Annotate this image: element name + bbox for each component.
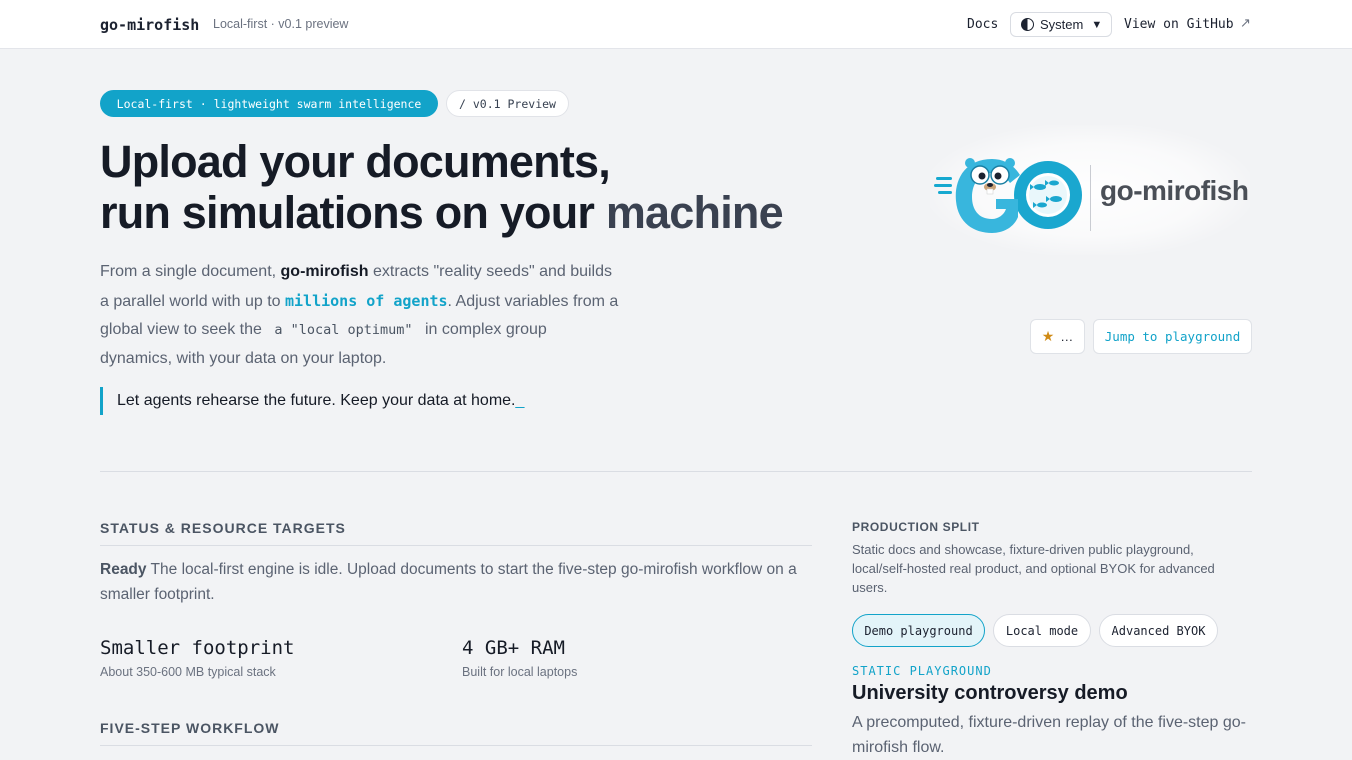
logo-separator [1090, 165, 1091, 231]
section-divider [100, 471, 1252, 472]
tagline-text: Let agents rehearse the future. Keep you… [117, 392, 516, 409]
metric-caption: About 350-600 MB typical stack [100, 665, 276, 679]
hero-title-line1: Upload your documents, [100, 136, 611, 187]
tagline-badge: Local-first · lightweight swarm intellig… [100, 90, 438, 117]
mode-tab-local[interactable]: Local mode [993, 614, 1091, 647]
external-link-icon: ↗ [1240, 15, 1251, 30]
hero-desc-text: From a single document, [100, 263, 281, 280]
hero-title-line2: run simulations on your [100, 187, 606, 238]
theme-contrast-icon [1021, 18, 1034, 31]
workflow-heading: FIVE-STEP WORKFLOW [100, 720, 812, 746]
status-message-text: The local-first engine is idle. Upload d… [100, 561, 797, 603]
docs-link[interactable]: Docs [967, 17, 998, 32]
production-split-description: Static docs and showcase, fixture-driven… [852, 542, 1215, 595]
mode-tab-byok[interactable]: Advanced BYOK [1099, 614, 1218, 647]
star-icon: ★ [1041, 328, 1055, 344]
status-state: Ready [100, 561, 147, 578]
hero-tagline: Let agents rehearse the future. Keep you… [100, 387, 524, 415]
github-link[interactable]: View on GitHub [1124, 17, 1234, 32]
star-count: … [1060, 329, 1074, 344]
gopher-mascot-icon [934, 158, 1082, 233]
playground-section-label: STATIC PLAYGROUND [852, 664, 992, 678]
jump-to-playground-button[interactable]: Jump to playground [1093, 319, 1252, 354]
theme-select[interactable]: System ▼ [1010, 12, 1112, 37]
brand-logo-text[interactable]: go-mirofish [100, 16, 199, 34]
theme-select-value: System [1040, 17, 1084, 32]
hero-desc-highlight: millions of agents [284, 291, 448, 310]
brand-subtitle: Local-first · v0.1 preview [213, 17, 349, 31]
hero-desc-code: a "local optimum" [274, 322, 413, 338]
chevron-down-icon: ▼ [1091, 18, 1103, 31]
logo-wordmark: go-mirofish [1100, 175, 1249, 206]
metric-value: Smaller footprint [100, 637, 295, 659]
production-split-heading: PRODUCTION SPLIT [852, 520, 980, 534]
mode-tab-demo-playground[interactable]: Demo playground [852, 614, 985, 647]
github-star-button[interactable]: ★ … [1030, 319, 1085, 354]
hero-description: From a single document, go-mirofish extr… [100, 258, 620, 373]
version-badge: / v0.1 Preview [446, 90, 569, 117]
status-message: Ready The local-first engine is idle. Up… [100, 557, 812, 607]
typing-cursor: _ [515, 392, 525, 409]
top-bar: go-mirofish Local-first · v0.1 preview D… [0, 0, 1352, 49]
metric-value: 4 GB+ RAM [462, 637, 565, 659]
hero-title-emphasis: machine [605, 187, 784, 238]
playground-demo-summary: A precomputed, fixture-driven replay of … [852, 714, 1246, 756]
hero-desc-brand: go-mirofish [280, 263, 369, 280]
status-heading: STATUS & RESOURCE TARGETS [100, 520, 812, 546]
playground-demo-title: University controversy demo [852, 682, 1128, 704]
hero-title: Upload your documents, run simulations o… [100, 136, 820, 238]
metric-caption: Built for local laptops [462, 665, 578, 679]
go-mirofish-logo: go-mirofish [930, 125, 1250, 255]
